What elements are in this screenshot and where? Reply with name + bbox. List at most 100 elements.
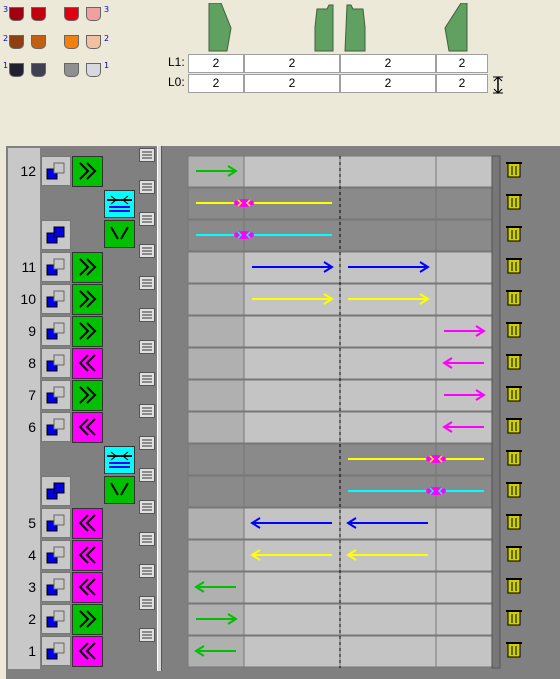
- grid-cell[interactable]: [339, 635, 437, 668]
- l1-lane-value[interactable]: 2: [340, 54, 436, 73]
- resize-icon[interactable]: [491, 76, 505, 94]
- route-mode-button[interactable]: [41, 636, 71, 666]
- direction-forward-button[interactable]: [72, 156, 103, 187]
- l0-lane-value[interactable]: 2: [340, 74, 436, 93]
- merge-button[interactable]: [104, 446, 135, 474]
- direction-reverse-button[interactable]: [72, 636, 103, 667]
- list-icon[interactable]: [139, 628, 155, 642]
- list-icon[interactable]: [139, 468, 155, 482]
- split-button[interactable]: [104, 220, 135, 248]
- list-icon[interactable]: [139, 276, 155, 290]
- grid-cell[interactable]: [243, 443, 341, 476]
- l1-lane-value[interactable]: 2: [244, 54, 340, 73]
- grid-cell[interactable]: [339, 379, 437, 412]
- direction-reverse-button[interactable]: [72, 508, 103, 539]
- delete-icon[interactable]: [506, 546, 522, 562]
- direction-forward-button[interactable]: [72, 284, 103, 315]
- grid-cell[interactable]: [243, 315, 341, 348]
- grid-cell[interactable]: [339, 411, 437, 444]
- grid-cell[interactable]: [243, 635, 341, 668]
- direction-forward-button[interactable]: [72, 252, 103, 283]
- delete-icon[interactable]: [506, 258, 522, 274]
- delete-icon[interactable]: [506, 354, 522, 370]
- direction-reverse-button[interactable]: [72, 540, 103, 571]
- swatch-gray[interactable]: [64, 63, 79, 77]
- grid-cell[interactable]: [435, 187, 493, 220]
- route-mode-button[interactable]: [41, 252, 71, 282]
- grid-cell[interactable]: [339, 155, 437, 188]
- merge-mode-button[interactable]: [41, 220, 71, 250]
- l1-lane-value[interactable]: 2: [436, 54, 488, 73]
- grid-cell[interactable]: [435, 571, 493, 604]
- route-mode-button[interactable]: [41, 604, 71, 634]
- grid-cell[interactable]: [435, 251, 493, 284]
- grid-cell[interactable]: [339, 571, 437, 604]
- direction-reverse-button[interactable]: [72, 412, 103, 443]
- direction-reverse-button[interactable]: [72, 572, 103, 603]
- swatch-dark-gray[interactable]: [31, 63, 46, 77]
- direction-forward-button[interactable]: [72, 604, 103, 635]
- grid-cell[interactable]: [435, 155, 493, 188]
- grid-cell[interactable]: [243, 475, 341, 508]
- grid-cell[interactable]: [435, 219, 493, 252]
- list-icon[interactable]: [139, 564, 155, 578]
- grid-cell[interactable]: [339, 187, 437, 220]
- delete-icon[interactable]: [506, 386, 522, 402]
- route-mode-button[interactable]: [41, 540, 71, 570]
- grid-cell[interactable]: [187, 315, 245, 348]
- swatch-orange[interactable]: [64, 35, 79, 49]
- grid-cell[interactable]: [243, 571, 341, 604]
- grid-cell[interactable]: [435, 507, 493, 540]
- list-icon[interactable]: [139, 372, 155, 386]
- list-icon[interactable]: [139, 340, 155, 354]
- direction-forward-button[interactable]: [72, 380, 103, 411]
- swatch-pink[interactable]: [86, 7, 101, 21]
- route-mode-button[interactable]: [41, 316, 71, 346]
- route-mode-button[interactable]: [41, 348, 71, 378]
- grid-cell[interactable]: [435, 539, 493, 572]
- grid-cell[interactable]: [339, 603, 437, 636]
- grid-cell[interactable]: [187, 443, 245, 476]
- list-icon[interactable]: [139, 244, 155, 258]
- swatch-orange-dark[interactable]: [31, 35, 46, 49]
- grid-cell[interactable]: [187, 347, 245, 380]
- grid-cell[interactable]: [187, 411, 245, 444]
- list-icon[interactable]: [139, 532, 155, 546]
- grid-cell[interactable]: [187, 507, 245, 540]
- grid-cell[interactable]: [187, 475, 245, 508]
- grid-cell[interactable]: [435, 635, 493, 668]
- l0-lane-value[interactable]: 2: [244, 74, 340, 93]
- route-mode-button[interactable]: [41, 284, 71, 314]
- grid-cell[interactable]: [339, 219, 437, 252]
- grid-cell[interactable]: [243, 411, 341, 444]
- route-mode-button[interactable]: [41, 156, 71, 186]
- delete-icon[interactable]: [506, 322, 522, 338]
- grid-cell[interactable]: [243, 603, 341, 636]
- direction-forward-button[interactable]: [72, 316, 103, 347]
- grid-cell[interactable]: [187, 251, 245, 284]
- merge-mode-button[interactable]: [41, 476, 71, 506]
- delete-icon[interactable]: [506, 578, 522, 594]
- delete-icon[interactable]: [506, 162, 522, 178]
- list-icon[interactable]: [139, 308, 155, 322]
- delete-icon[interactable]: [506, 514, 522, 530]
- list-icon[interactable]: [139, 596, 155, 610]
- delete-icon[interactable]: [506, 450, 522, 466]
- route-mode-button[interactable]: [41, 380, 71, 410]
- swatch-peach[interactable]: [86, 35, 101, 49]
- grid-cell[interactable]: [243, 347, 341, 380]
- list-icon[interactable]: [139, 212, 155, 226]
- delete-icon[interactable]: [506, 482, 522, 498]
- swatch-brown[interactable]: [9, 35, 24, 49]
- grid-cell[interactable]: [435, 283, 493, 316]
- route-mode-button[interactable]: [41, 508, 71, 538]
- route-mode-button[interactable]: [41, 412, 71, 442]
- l0-lane-value[interactable]: 2: [188, 74, 244, 93]
- merge-button[interactable]: [104, 190, 135, 218]
- l1-lane-value[interactable]: 2: [188, 54, 244, 73]
- delete-icon[interactable]: [506, 642, 522, 658]
- delete-icon[interactable]: [506, 194, 522, 210]
- grid-cell[interactable]: [435, 603, 493, 636]
- grid-cell[interactable]: [243, 379, 341, 412]
- list-icon[interactable]: [139, 148, 155, 162]
